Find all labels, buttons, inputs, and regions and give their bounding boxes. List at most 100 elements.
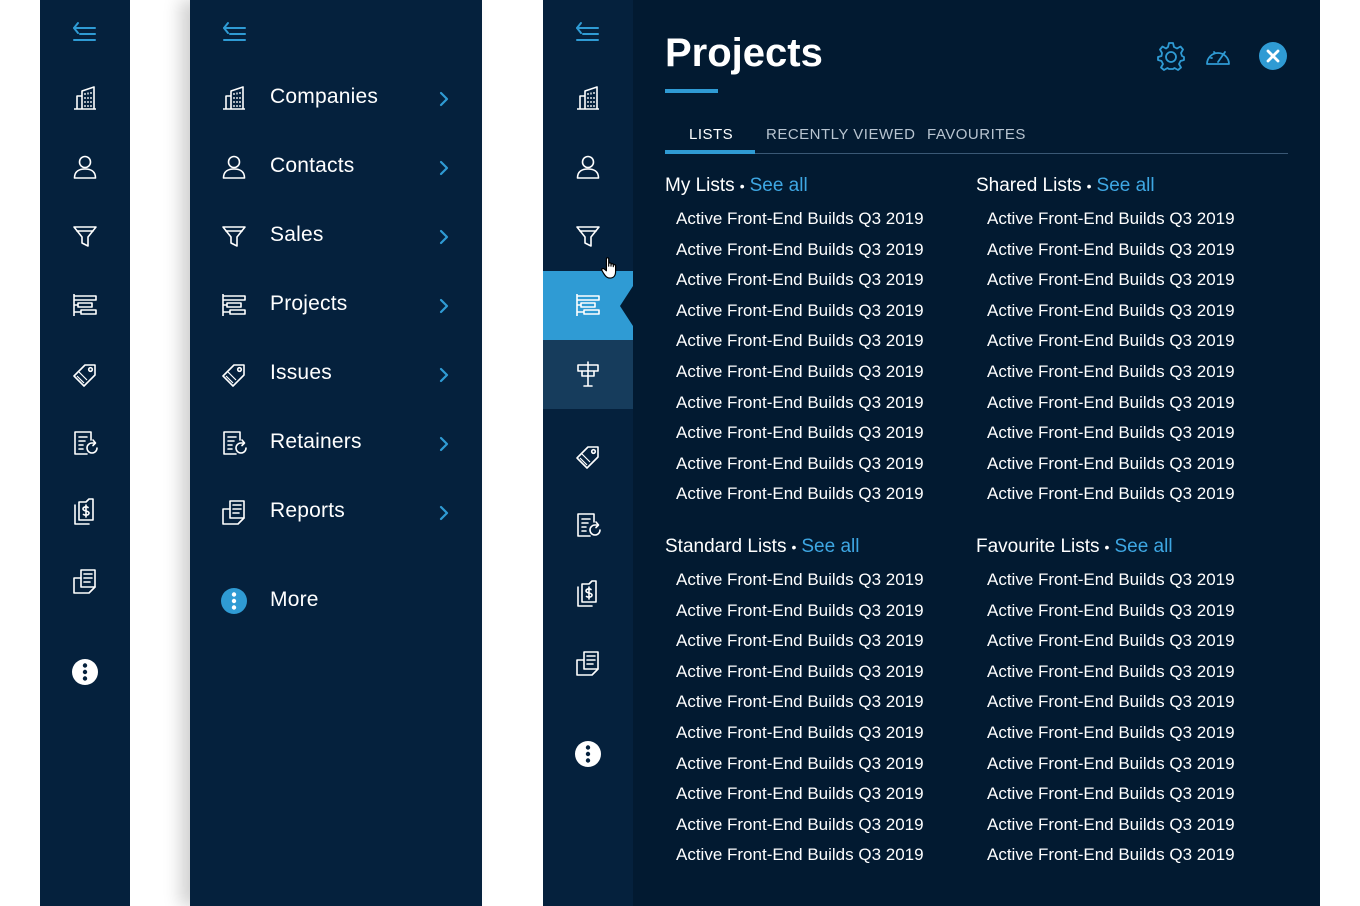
list-item[interactable]: Active Front-End Builds Q3 2019	[676, 296, 965, 327]
issues-icon[interactable]	[574, 442, 602, 470]
projects-icon	[220, 291, 248, 319]
list-item[interactable]: Active Front-End Builds Q3 2019	[676, 235, 965, 266]
list-item[interactable]: Active Front-End Builds Q3 2019	[987, 326, 1276, 357]
retainers-icon[interactable]	[71, 429, 99, 457]
sidebar-item-contacts[interactable]: Contacts	[190, 133, 482, 202]
section-heading: Favourite Lists • See all	[976, 536, 1276, 560]
sidebar-item-label: Contacts	[270, 154, 355, 177]
tab-lists[interactable]: LISTS	[689, 126, 733, 143]
more-icon[interactable]	[71, 658, 99, 686]
signpost-icon[interactable]	[574, 360, 602, 388]
list-item[interactable]: Active Front-End Builds Q3 2019	[987, 840, 1276, 871]
list-item[interactable]: Active Front-End Builds Q3 2019	[676, 779, 965, 810]
tab-favourites[interactable]: FAVOURITES	[927, 126, 1026, 143]
list-item[interactable]: Active Front-End Builds Q3 2019	[676, 326, 965, 357]
more-icon	[220, 587, 248, 615]
list-item[interactable]: Active Front-End Builds Q3 2019	[676, 718, 965, 749]
projects-icon[interactable]	[71, 291, 99, 319]
list-items: Active Front-End Builds Q3 2019 Active Fr…	[987, 204, 1276, 510]
section-heading: Shared Lists • See all	[976, 175, 1276, 199]
list-item[interactable]: Active Front-End Builds Q3 2019	[987, 810, 1276, 841]
list-item[interactable]: Active Front-End Builds Q3 2019	[676, 388, 965, 419]
projects-icon[interactable]	[574, 291, 602, 319]
sidebar-item-companies[interactable]: Companies	[190, 64, 482, 133]
list-item[interactable]: Active Front-End Builds Q3 2019	[676, 449, 965, 480]
see-all-link[interactable]: See all	[1114, 536, 1172, 557]
collapse-menu-icon[interactable]	[71, 19, 99, 47]
list-item[interactable]: Active Front-End Builds Q3 2019	[676, 204, 965, 235]
sales-icon[interactable]	[574, 222, 602, 250]
list-item[interactable]: Active Front-End Builds Q3 2019	[987, 718, 1276, 749]
contacts-icon[interactable]	[71, 153, 99, 181]
list-item[interactable]: Active Front-End Builds Q3 2019	[676, 749, 965, 780]
companies-icon[interactable]	[71, 84, 99, 112]
companies-icon	[220, 84, 248, 112]
see-all-link[interactable]: See all	[750, 175, 808, 196]
gear-icon[interactable]	[1156, 41, 1186, 76]
section-separator: •	[1104, 539, 1110, 555]
section-title: Shared Lists	[976, 175, 1082, 196]
sidebar-item-projects[interactable]: Projects	[190, 271, 482, 340]
list-item[interactable]: Active Front-End Builds Q3 2019	[987, 479, 1276, 510]
sidebar-item-more[interactable]: More	[190, 567, 482, 636]
see-all-link[interactable]: See all	[1097, 175, 1155, 196]
list-item[interactable]: Active Front-End Builds Q3 2019	[987, 388, 1276, 419]
invoices-icon[interactable]	[574, 580, 602, 608]
list-item[interactable]: Active Front-End Builds Q3 2019	[676, 840, 965, 871]
list-item[interactable]: Active Front-End Builds Q3 2019	[987, 565, 1276, 596]
list-item[interactable]: Active Front-End Builds Q3 2019	[676, 265, 965, 296]
sales-icon	[220, 222, 248, 250]
list-item[interactable]: Active Front-End Builds Q3 2019	[987, 596, 1276, 627]
list-item[interactable]: Active Front-End Builds Q3 2019	[987, 418, 1276, 449]
list-item[interactable]: Active Front-End Builds Q3 2019	[987, 687, 1276, 718]
list-item[interactable]: Active Front-End Builds Q3 2019	[676, 596, 965, 627]
list-item[interactable]: Active Front-End Builds Q3 2019	[676, 810, 965, 841]
see-all-link[interactable]: See all	[801, 536, 859, 557]
gauge-icon[interactable]	[1203, 41, 1233, 76]
list-item[interactable]: Active Front-End Builds Q3 2019	[987, 657, 1276, 688]
list-item[interactable]: Active Front-End Builds Q3 2019	[676, 657, 965, 688]
list-item[interactable]: Active Front-End Builds Q3 2019	[987, 296, 1276, 327]
list-item[interactable]: Active Front-End Builds Q3 2019	[987, 235, 1276, 266]
list-item[interactable]: Active Front-End Builds Q3 2019	[987, 749, 1276, 780]
list-item[interactable]: Active Front-End Builds Q3 2019	[987, 204, 1276, 235]
list-items: Active Front-End Builds Q3 2019 Active Fr…	[676, 204, 965, 510]
list-item[interactable]: Active Front-End Builds Q3 2019	[676, 357, 965, 388]
collapse-menu-icon[interactable]	[574, 19, 602, 47]
reports-icon[interactable]	[574, 649, 602, 677]
list-item[interactable]: Active Front-End Builds Q3 2019	[676, 687, 965, 718]
section-title: Standard Lists	[665, 536, 787, 557]
list-items: Active Front-End Builds Q3 2019 Active Fr…	[987, 565, 1276, 871]
title-underline	[665, 89, 718, 93]
list-item[interactable]: Active Front-End Builds Q3 2019	[676, 479, 965, 510]
projects-sidebar-rail	[543, 0, 633, 906]
more-icon[interactable]	[574, 740, 602, 768]
retainers-icon[interactable]	[574, 511, 602, 539]
sidebar-item-reports[interactable]: Reports	[190, 478, 482, 547]
list-item[interactable]: Active Front-End Builds Q3 2019	[676, 626, 965, 657]
active-item-pointer	[620, 286, 633, 326]
section-separator: •	[791, 539, 797, 555]
list-item[interactable]: Active Front-End Builds Q3 2019	[676, 418, 965, 449]
sidebar-item-sales[interactable]: Sales	[190, 202, 482, 271]
sidebar-item-label: Companies	[270, 85, 379, 108]
companies-icon[interactable]	[574, 84, 602, 112]
list-item[interactable]: Active Front-End Builds Q3 2019	[987, 265, 1276, 296]
chevron-right-icon	[438, 160, 450, 181]
tab-recently-viewed[interactable]: RECENTLY VIEWED	[766, 126, 915, 143]
sidebar-item-retainers[interactable]: Retainers	[190, 409, 482, 478]
hand-cursor-icon	[600, 255, 622, 286]
invoices-icon[interactable]	[71, 498, 99, 526]
list-item[interactable]: Active Front-End Builds Q3 2019	[987, 779, 1276, 810]
list-item[interactable]: Active Front-End Builds Q3 2019	[987, 357, 1276, 388]
list-item[interactable]: Active Front-End Builds Q3 2019	[987, 449, 1276, 480]
sales-icon[interactable]	[71, 222, 99, 250]
sidebar-item-issues[interactable]: Issues	[190, 340, 482, 409]
reports-icon[interactable]	[71, 567, 99, 595]
close-icon[interactable]	[1258, 41, 1288, 76]
issues-icon[interactable]	[71, 360, 99, 388]
collapse-menu-icon[interactable]	[221, 19, 249, 47]
list-item[interactable]: Active Front-End Builds Q3 2019	[987, 626, 1276, 657]
contacts-icon[interactable]	[574, 153, 602, 181]
list-item[interactable]: Active Front-End Builds Q3 2019	[676, 565, 965, 596]
